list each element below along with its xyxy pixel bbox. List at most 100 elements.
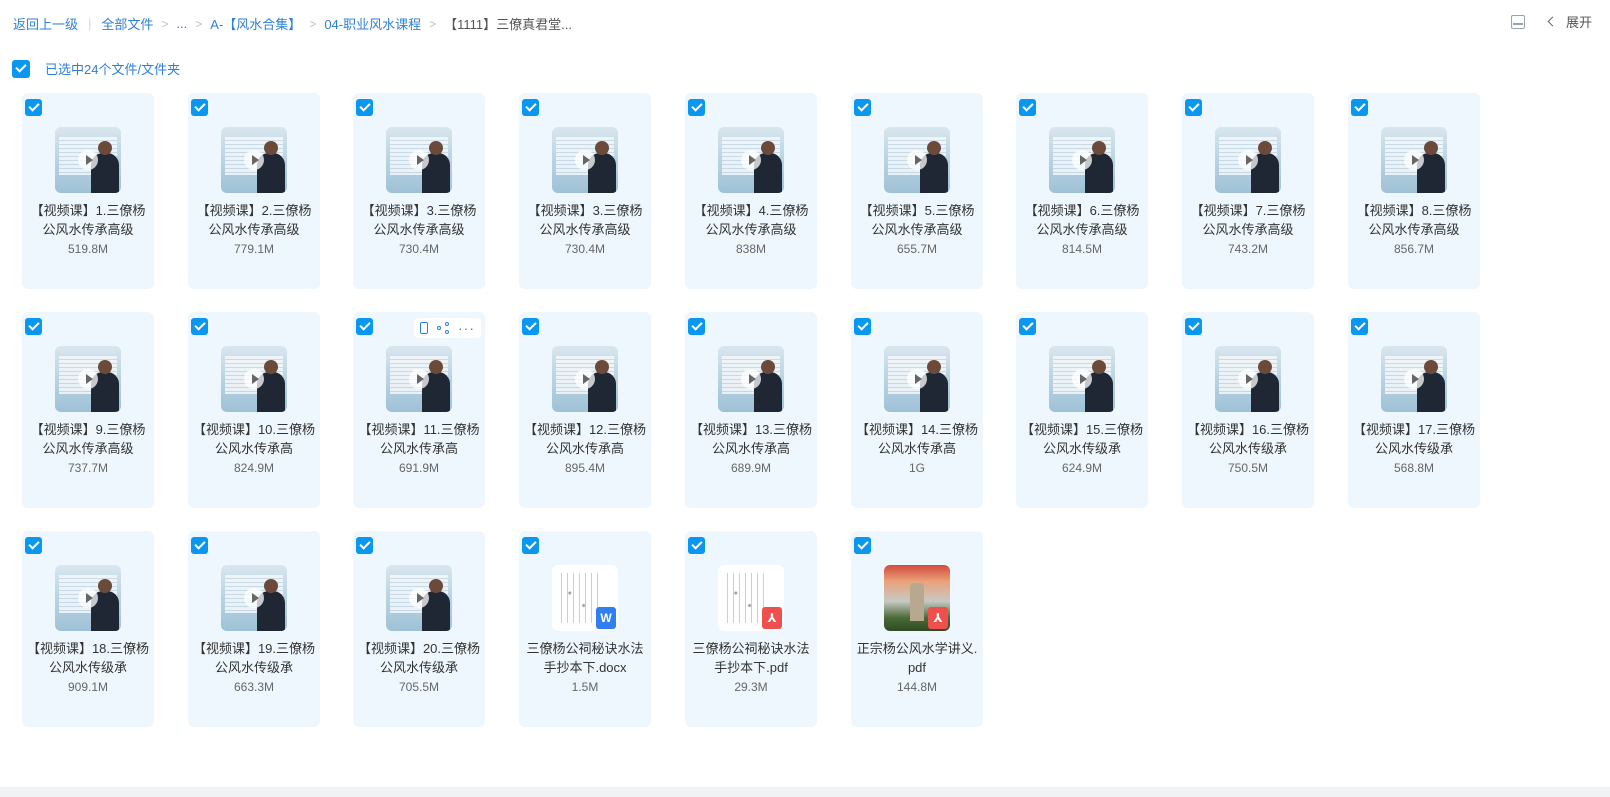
select-all-checkbox[interactable]	[12, 59, 30, 78]
file-checkbox[interactable]	[522, 318, 539, 335]
breadcrumb-all-files[interactable]: 全部文件	[101, 14, 153, 33]
play-icon	[409, 150, 429, 170]
play-icon	[244, 588, 264, 608]
breadcrumb-folder-1[interactable]: A-【风水合集】	[210, 14, 301, 33]
file-checkbox[interactable]	[1185, 318, 1202, 335]
file-checkbox[interactable]	[1019, 99, 1036, 116]
play-icon	[907, 150, 927, 170]
play-icon	[741, 150, 761, 170]
breadcrumb-separator: >	[195, 16, 203, 31]
file-card[interactable]: W 三僚杨公祠秘诀水法手抄本下.docx 1.5M	[519, 531, 651, 727]
file-checkbox[interactable]	[854, 318, 871, 335]
file-checkbox[interactable]	[522, 537, 539, 554]
file-checkbox[interactable]	[688, 99, 705, 116]
file-card[interactable]: 【视频课】1.三僚杨公风水传承高级 519.8M	[22, 93, 154, 289]
layout-icon[interactable]	[1510, 14, 1525, 29]
file-name: 三僚杨公祠秘诀水法手抄本下.docx	[526, 641, 644, 675]
file-thumbnail	[1381, 346, 1447, 412]
more-icon[interactable]: ···	[458, 321, 475, 335]
file-thumbnail	[1049, 127, 1115, 193]
file-name: 【视频课】20.三僚杨公风水传级承	[357, 641, 481, 675]
file-checkbox[interactable]	[356, 318, 373, 335]
file-size: 909.1M	[67, 680, 109, 694]
breadcrumb-folder-2[interactable]: 04-职业风水课程	[324, 14, 421, 33]
file-thumbnail	[386, 127, 452, 193]
file-checkbox[interactable]	[854, 537, 871, 554]
file-card[interactable]: 【视频课】20.三僚杨公风水传级承 705.5M	[353, 531, 485, 727]
file-size: 779.1M	[233, 242, 275, 256]
file-card[interactable]: ⅄ 三僚杨公祠秘诀水法手抄本下.pdf 29.3M	[685, 531, 817, 727]
file-name: 【视频课】6.三僚杨公风水传承高级	[1024, 203, 1140, 237]
play-icon	[907, 369, 927, 389]
file-card[interactable]: 【视频课】6.三僚杨公风水传承高级 814.5M	[1016, 93, 1148, 289]
file-size: 895.4M	[564, 461, 606, 475]
file-card[interactable]: 【视频课】18.三僚杨公风水传级承 909.1M	[22, 531, 154, 727]
file-checkbox[interactable]	[356, 99, 373, 116]
play-icon	[741, 369, 761, 389]
file-size: 737.7M	[67, 461, 109, 475]
file-checkbox[interactable]	[356, 537, 373, 554]
file-card[interactable]: 【视频课】14.三僚杨公风水传承高 1G	[851, 312, 983, 508]
file-size: 824.9M	[233, 461, 275, 475]
file-card[interactable]: ··· 【视频课】11.三僚杨公风水传承高 691.9M	[353, 312, 485, 508]
file-checkbox[interactable]	[854, 99, 871, 116]
file-checkbox[interactable]	[688, 318, 705, 335]
file-card[interactable]: 【视频课】7.三僚杨公风水传承高级 743.2M	[1182, 93, 1314, 289]
file-card[interactable]: 【视频课】13.三僚杨公风水传承高 689.9M	[685, 312, 817, 508]
file-card[interactable]: 【视频课】16.三僚杨公风水传级承 750.5M	[1182, 312, 1314, 508]
breadcrumb-separator: >	[429, 16, 437, 31]
file-thumbnail	[884, 346, 950, 412]
file-card[interactable]: 【视频课】9.三僚杨公风水传承高级 737.7M	[22, 312, 154, 508]
file-size: 29.3M	[734, 680, 768, 694]
expand-button[interactable]: 展开	[1547, 12, 1592, 31]
file-card[interactable]: 【视频课】8.三僚杨公风水传承高级 856.7M	[1348, 93, 1480, 289]
file-name: 【视频课】4.三僚杨公风水传承高级	[693, 203, 809, 237]
file-card[interactable]: 【视频课】3.三僚杨公风水传承高级 730.4M	[519, 93, 651, 289]
file-checkbox[interactable]	[191, 537, 208, 554]
back-link[interactable]: 返回上一级	[13, 14, 78, 33]
file-card[interactable]: 【视频课】10.三僚杨公风水传承高 824.9M	[188, 312, 320, 508]
breadcrumb-separator: >	[309, 16, 317, 31]
share-icon[interactable]	[437, 322, 449, 334]
file-size: 624.9M	[1061, 461, 1103, 475]
file-name: 三僚杨公祠秘诀水法手抄本下.pdf	[692, 641, 810, 675]
file-checkbox[interactable]	[522, 99, 539, 116]
file-card[interactable]: 【视频课】2.三僚杨公风水传承高级 779.1M	[188, 93, 320, 289]
file-checkbox[interactable]	[688, 537, 705, 554]
file-checkbox[interactable]	[1019, 318, 1036, 335]
file-card[interactable]: 【视频课】4.三僚杨公风水传承高级 838M	[685, 93, 817, 289]
file-card[interactable]: 【视频课】19.三僚杨公风水传级承 663.3M	[188, 531, 320, 727]
file-size: 1.5M	[571, 680, 599, 694]
file-thumbnail: ⅄	[884, 565, 950, 631]
file-checkbox[interactable]	[25, 537, 42, 554]
file-thumbnail: ⅄	[718, 565, 784, 631]
play-icon	[1072, 150, 1092, 170]
breadcrumb-ellipsis[interactable]: ...	[176, 16, 187, 31]
word-file-icon: W	[596, 607, 616, 629]
file-thumbnail	[552, 127, 618, 193]
file-card[interactable]: 【视频课】15.三僚杨公风水传级承 624.9M	[1016, 312, 1148, 508]
file-checkbox[interactable]	[25, 318, 42, 335]
file-card[interactable]: 【视频课】3.三僚杨公风水传承高级 730.4M	[353, 93, 485, 289]
file-card[interactable]: 【视频课】5.三僚杨公风水传承高级 655.7M	[851, 93, 983, 289]
file-size: 691.9M	[398, 461, 440, 475]
file-checkbox[interactable]	[1185, 99, 1202, 116]
play-icon	[1072, 369, 1092, 389]
file-checkbox[interactable]	[1351, 99, 1368, 116]
file-checkbox[interactable]	[1351, 318, 1368, 335]
file-size: 519.8M	[67, 242, 109, 256]
file-size: 730.4M	[398, 242, 440, 256]
play-icon	[78, 588, 98, 608]
file-checkbox[interactable]	[191, 99, 208, 116]
file-checkbox[interactable]	[25, 99, 42, 116]
file-checkbox[interactable]	[191, 318, 208, 335]
file-name: 【视频课】8.三僚杨公风水传承高级	[1356, 203, 1472, 237]
pdf-file-icon: ⅄	[928, 607, 948, 629]
phone-icon[interactable]	[420, 322, 428, 334]
file-thumbnail	[884, 127, 950, 193]
file-card[interactable]: 【视频课】17.三僚杨公风水传级承 568.8M	[1348, 312, 1480, 508]
file-thumbnail	[55, 127, 121, 193]
file-card[interactable]: 【视频课】12.三僚杨公风水传承高 895.4M	[519, 312, 651, 508]
file-name: 【视频课】1.三僚杨公风水传承高级	[30, 203, 146, 237]
file-card[interactable]: ⅄ 正宗杨公风水学讲义.pdf 144.8M	[851, 531, 983, 727]
